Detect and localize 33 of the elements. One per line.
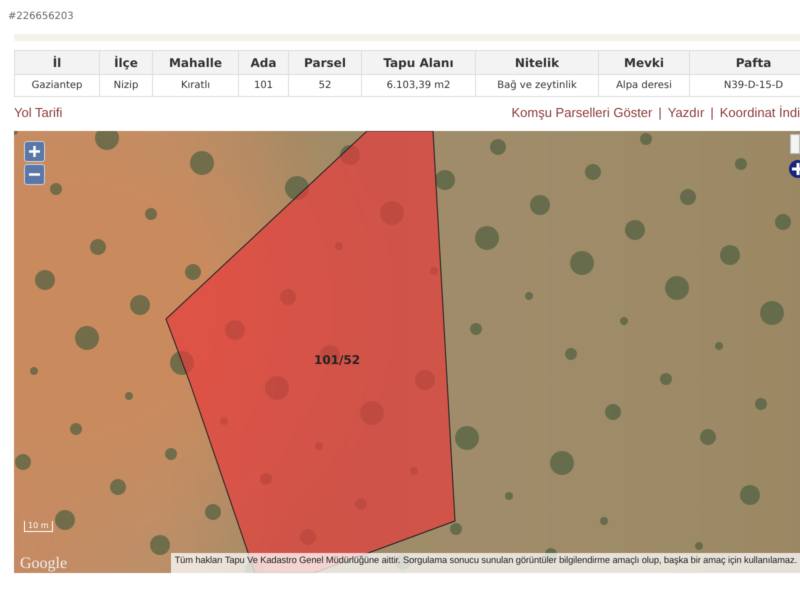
parcel-label: 101/52 [314,353,360,367]
table-cell: 6.103,39 m2 [362,74,476,96]
action-link[interactable]: Koordinat İndi [720,104,800,120]
column-header: İlçe [100,50,152,74]
column-header: Nitelik [476,50,598,74]
column-header: Tapu Alanı [362,50,476,74]
table-cell: 52 [288,74,362,96]
column-header: Mahalle [152,50,238,74]
link-separator: | [658,104,662,120]
action-link[interactable]: Yazdır [668,104,704,120]
table-cell: 101 [238,74,288,96]
plus-icon [28,145,41,158]
column-header: Mevki [598,50,690,74]
table-cell: Bağ ve zeytinlik [476,74,598,96]
column-header: Parsel [288,50,362,74]
zoom-out-button[interactable] [24,164,45,185]
directions-link[interactable]: Yol Tarifi [14,104,62,120]
zoom-in-button[interactable] [24,141,45,162]
table-cell: Nizip [100,74,152,96]
column-header: İl [14,50,100,74]
map-logo: Google [20,555,68,573]
link-separator: | [710,104,714,120]
action-link[interactable]: Komşu Parselleri Göster [511,104,652,120]
listing-number: #226656203 [7,10,74,19]
satellite-map[interactable]: 101/52 10 m Google Tüm hakları Tapu Ve Kadastro Genel Müdürlüğüne aittir. Sorgulama sonucu sunulan görüntüler bilgilendirme amaçlı olup, başka bir amaç için kullanılamaz. [14,131,800,573]
table-cell: N39-D-15-D [690,74,800,96]
column-header: Pafta [690,50,800,74]
column-header: Ada [238,50,288,74]
table-cell: Alpa deresi [598,74,690,96]
disclaimer-text: Tüm hakları Tapu Ve Kadastro Genel Müdürlüğüne aittir. Sorgulama sonucu sunulan görüntüler bilgilendirme amaçlı olup, başka bir amaç için kullanılamaz. [170,553,800,573]
table-cell: Kıratlı [152,74,238,96]
scale-bar: 10 m [24,521,53,532]
table-cell: Gaziantep [14,74,100,96]
